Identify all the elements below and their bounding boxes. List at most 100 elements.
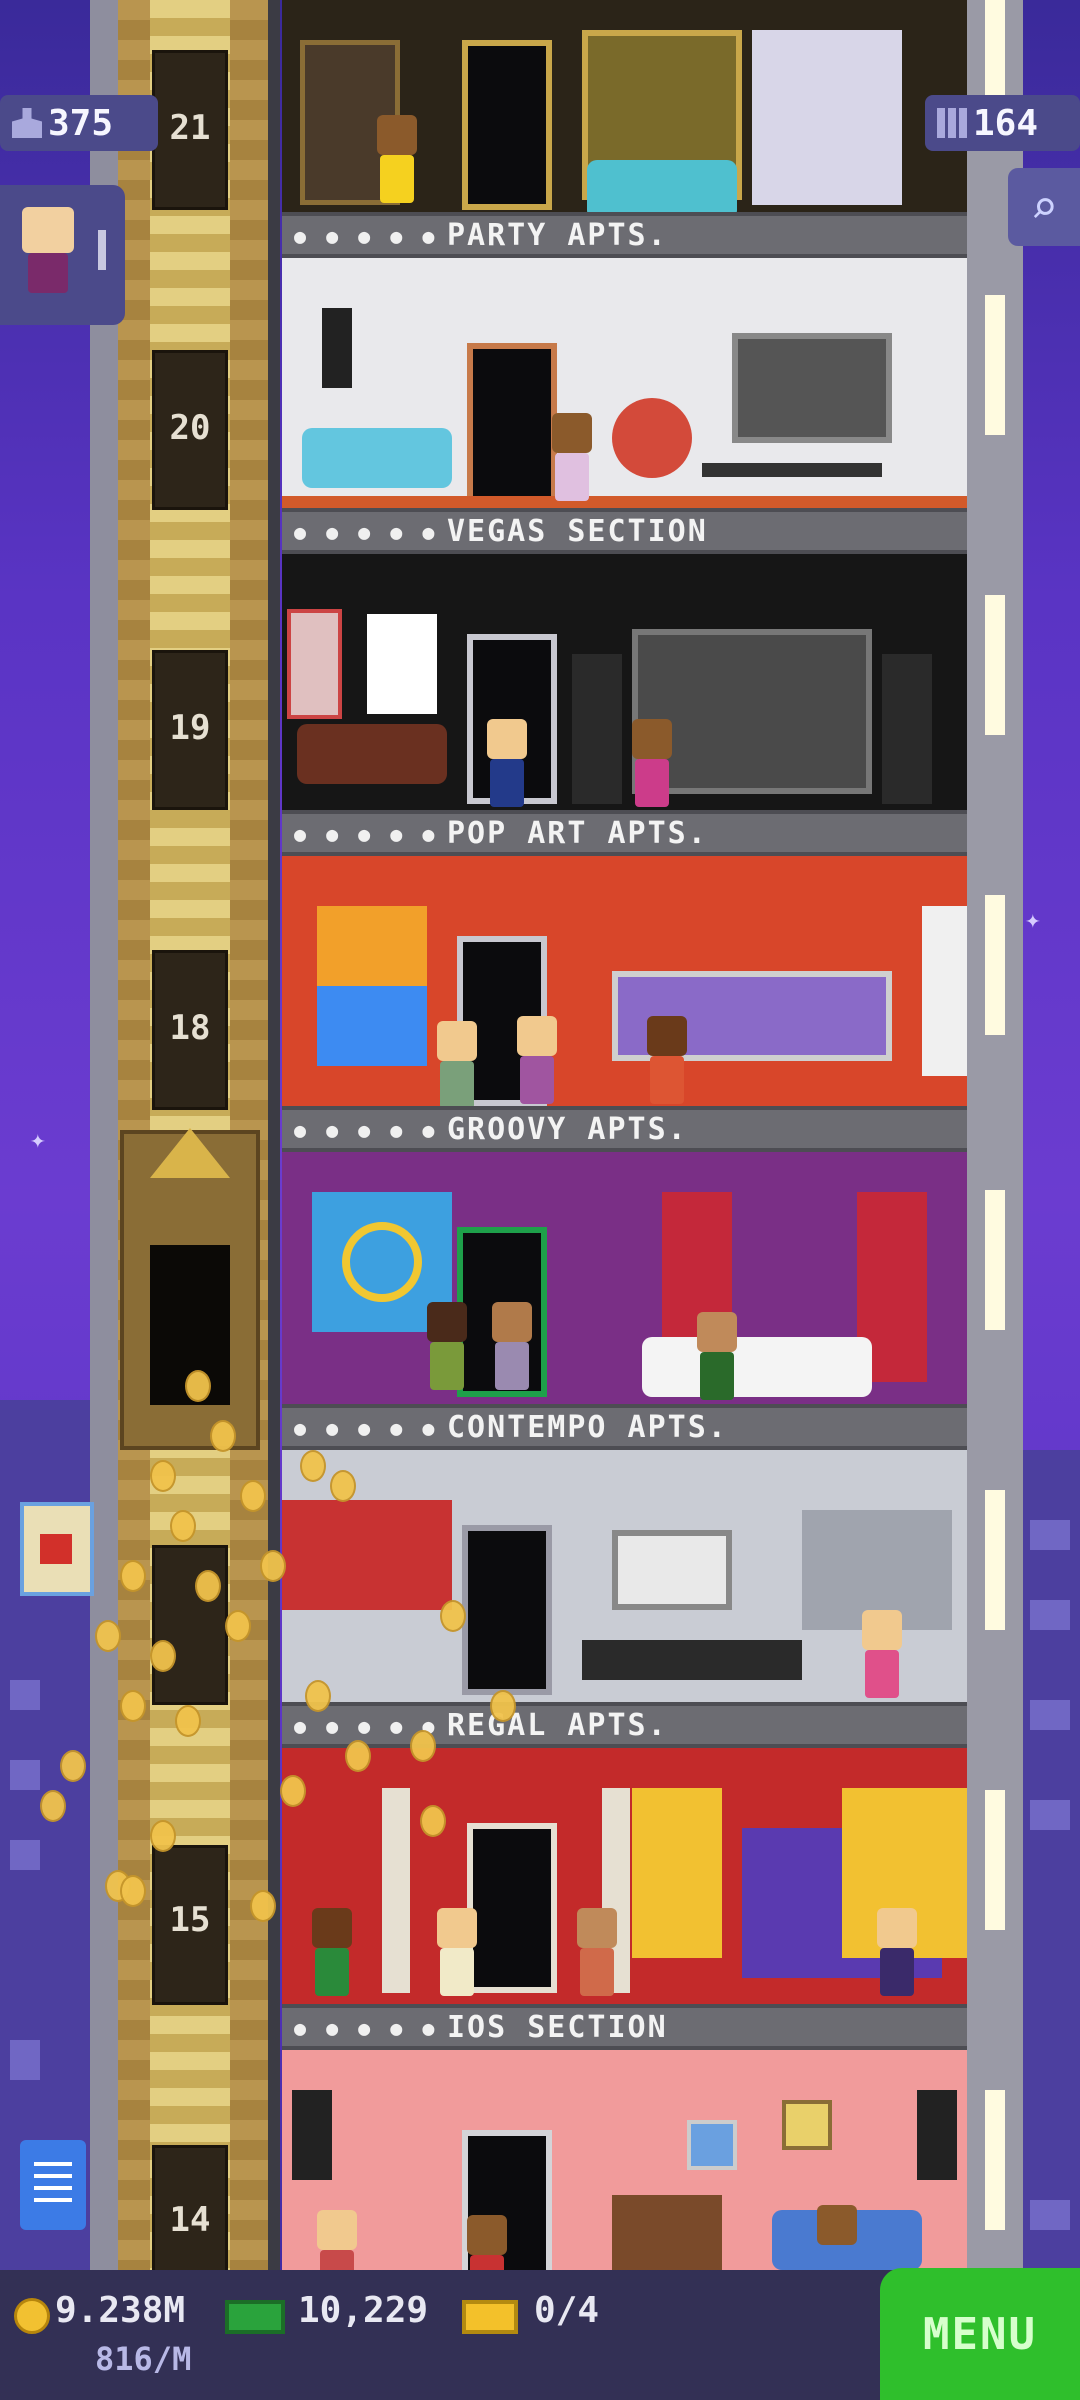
poster [287,609,342,719]
tower-window [985,595,1005,735]
tickets-value[interactable]: 0/4 [534,2290,599,2331]
floor-label-16[interactable]: ● ● ● ● ● REGAL APTS. [282,1702,967,1748]
tv-screen [732,333,892,443]
tenant[interactable] [812,2205,862,2270]
tenant[interactable] [627,719,677,807]
tenant-portrait-button[interactable] [0,185,125,325]
coin-particle [260,1550,286,1582]
avatar [22,207,74,253]
tenant[interactable] [547,413,597,501]
speaker [322,308,352,388]
tower-bux-value[interactable]: 10,229 [298,2290,428,2331]
coin-particle [195,1570,221,1602]
tower-window [985,1490,1005,1630]
tenant[interactable] [432,1908,482,1996]
room-floor-18[interactable] [282,856,967,1106]
tenant[interactable] [692,1312,742,1400]
room-floor-16[interactable] [282,1450,967,1702]
coin-particle [410,1730,436,1762]
coin-particle [175,1705,201,1737]
tenant[interactable] [372,115,422,203]
rating-dots: ● ● ● ● ● [294,1416,439,1440]
coin-particle [440,1600,466,1632]
room-floor-20[interactable] [282,258,967,508]
tenant[interactable] [462,2215,512,2270]
bg-window [10,1680,40,1710]
floor-label-17[interactable]: ● ● ● ● ● CONTEMPO APTS. [282,1404,967,1450]
building-icon [937,108,967,138]
tenant[interactable] [572,1908,622,1996]
avatar-body [28,253,68,293]
coin-particle [150,1820,176,1852]
room-floor-14[interactable] [282,2050,967,2270]
coin-particle [120,1875,146,1907]
tower-window [985,295,1005,435]
coins-value[interactable]: 9.238M [55,2290,185,2331]
floor-label-18[interactable]: ● ● ● ● ● GROOVY APTS. [282,1106,967,1152]
bookshelf [612,2195,722,2270]
menu-label: MENU [923,2308,1037,2360]
floor-name: VEGAS SECTION [447,514,708,549]
floor-label-20[interactable]: ● ● ● ● ● VEGAS SECTION [282,508,967,554]
room-door [462,40,552,210]
room-door [467,343,557,508]
speaker [572,654,622,804]
coin-particle [210,1420,236,1452]
tenant[interactable] [422,1302,472,1390]
room-floor-21[interactable] [282,0,967,212]
tenant[interactable] [872,1908,922,1996]
shaft-door-16 [152,1545,228,1705]
coin-particle [185,1370,211,1402]
floor-name: REGAL APTS. [447,1708,668,1743]
bitizen-wish-button[interactable] [20,1502,94,1596]
rating-dots: ● ● ● ● ● [294,822,439,846]
gold-curtain [632,1788,722,1958]
search-button[interactable]: ⌕ [1008,168,1080,246]
picture-frame [782,2100,832,2150]
tenant[interactable] [482,719,532,807]
floor-label-19[interactable]: ● ● ● ● ● POP ART APTS. [282,810,967,856]
floor-label-21[interactable]: ● ● ● ● ● PARTY APTS. [282,212,967,258]
tenant[interactable] [432,1021,482,1106]
sofa [302,428,452,488]
sofa [587,160,737,212]
ticket-icon [462,2300,518,2334]
bg-window [1030,1600,1070,1630]
tenant[interactable] [857,1610,907,1698]
floor-name: CONTEMPO APTS. [447,1410,728,1445]
room-door [462,1525,552,1695]
rating-dots: ● ● ● ● ● [294,224,439,248]
coin-particle [300,1450,326,1482]
floor-name: GROOVY APTS. [447,1112,688,1147]
tenant[interactable] [307,1908,357,1996]
floor-number-21: 21 [169,108,211,148]
menu-button[interactable]: MENU [880,2268,1080,2400]
coin-particle [95,1620,121,1652]
tenant[interactable] [642,1016,692,1104]
tenant[interactable] [312,2210,362,2270]
floor-counter[interactable]: 164 [925,95,1080,151]
fries-icon [40,1534,72,1564]
population-counter[interactable]: 375 [0,95,158,151]
tenant[interactable] [512,1016,562,1104]
bg-window [10,1760,40,1790]
tenant[interactable] [487,1302,537,1390]
rating-dots: ● ● ● ● ● [294,520,439,544]
poster [367,614,437,714]
floor-label-15[interactable]: ● ● ● ● ● IOS SECTION [282,2004,967,2050]
abstract-painting [612,1530,732,1610]
room-floor-15[interactable] [282,1748,967,2004]
notes-button[interactable] [20,2140,86,2230]
floor-number-19: 19 [169,708,211,748]
sparkle-icon: ✦ [30,1125,46,1155]
coin-particle [345,1740,371,1772]
floor-name: IOS SECTION [447,2010,668,2045]
floor-number-15: 15 [169,1900,211,1940]
speaker [917,2090,957,2180]
floor-number-14: 14 [169,2200,211,2240]
coin-particle [60,1750,86,1782]
coin-particle [250,1890,276,1922]
bg-window [10,2040,40,2080]
room-floor-19[interactable] [282,554,967,810]
room-floor-17[interactable] [282,1152,967,1404]
